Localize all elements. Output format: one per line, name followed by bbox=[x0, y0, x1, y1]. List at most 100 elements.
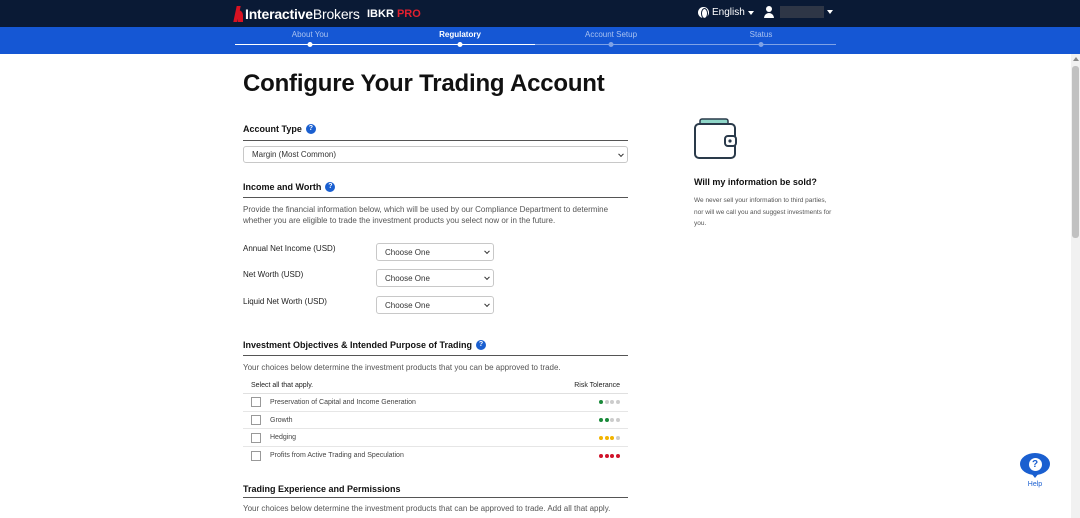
risk-dots bbox=[598, 400, 620, 405]
step-about-you[interactable]: About You bbox=[292, 30, 328, 39]
risk-dots bbox=[598, 435, 620, 440]
language-selector[interactable]: English bbox=[698, 7, 754, 19]
objective-label: Preservation of Capital and Income Gener… bbox=[270, 398, 416, 406]
objective-row-active-trading[interactable]: Profits from Active Trading and Speculat… bbox=[243, 447, 628, 465]
risk-dots bbox=[598, 453, 620, 458]
investment-objectives-table: Select all that apply. Risk Tolerance Pr… bbox=[243, 377, 628, 465]
brand-main: Interactive bbox=[245, 6, 313, 22]
help-label[interactable]: Help bbox=[1020, 481, 1050, 488]
brand-rest: Brokers bbox=[312, 6, 360, 22]
objective-row-growth[interactable]: Growth bbox=[243, 412, 628, 430]
interactive-brokers-logo[interactable]: InteractiveBrokers bbox=[233, 6, 360, 22]
net-worth-select[interactable]: Choose One bbox=[376, 269, 494, 287]
progress-steps: About You Regulatory Account Setup Statu… bbox=[0, 27, 1080, 54]
product-prefix: IBKR bbox=[367, 8, 394, 20]
objective-label: Profits from Active Trading and Speculat… bbox=[270, 452, 404, 460]
product-suffix: PRO bbox=[396, 8, 421, 20]
trading-experience-description: Your choices below determine the investm… bbox=[243, 504, 611, 513]
help-question-icon[interactable]: ? bbox=[305, 124, 316, 134]
risk-dot-filled bbox=[610, 435, 615, 440]
scroll-thumb[interactable] bbox=[1072, 66, 1079, 238]
risk-dot-empty bbox=[616, 400, 620, 405]
step-dot bbox=[307, 42, 313, 47]
divider bbox=[243, 140, 628, 141]
user-icon bbox=[764, 6, 774, 18]
help-bubble-icon[interactable]: ? bbox=[1020, 453, 1050, 478]
step-regulatory[interactable]: Regulatory bbox=[439, 30, 481, 39]
progress-track-done bbox=[235, 44, 535, 45]
sidebar-title: Will my information be sold? bbox=[694, 177, 817, 187]
investment-objectives-description: Your choices below determine the investm… bbox=[243, 363, 561, 372]
checkbox[interactable] bbox=[251, 397, 261, 408]
risk-dot-empty bbox=[616, 435, 620, 440]
liquid-net-worth-label: Liquid Net Worth (USD) bbox=[243, 297, 327, 306]
trading-experience-heading: Trading Experience and Permissions bbox=[243, 484, 401, 494]
trading-experience-title: Trading Experience and Permissions bbox=[243, 484, 401, 494]
checkbox[interactable] bbox=[251, 450, 261, 461]
risk-dots bbox=[598, 418, 620, 423]
risk-dot-filled bbox=[604, 418, 609, 423]
caret-down-icon bbox=[827, 10, 833, 14]
objective-label: Hedging bbox=[270, 434, 297, 442]
risk-dot-filled bbox=[599, 435, 604, 440]
select-value: Choose One bbox=[385, 300, 430, 310]
caret-down-icon bbox=[747, 10, 754, 15]
page-scrollbar[interactable] bbox=[1071, 54, 1080, 518]
risk-dot-filled bbox=[599, 418, 604, 423]
divider bbox=[243, 355, 628, 356]
risk-tolerance-label: Risk Tolerance bbox=[574, 381, 620, 389]
liquid-net-worth-select[interactable]: Choose One bbox=[376, 296, 494, 314]
net-worth-label: Net Worth (USD) bbox=[243, 270, 304, 279]
select-value: Choose One bbox=[385, 247, 430, 257]
risk-dot-empty bbox=[616, 418, 620, 423]
user-menu[interactable] bbox=[764, 6, 833, 18]
help-question-icon[interactable]: ? bbox=[325, 182, 336, 192]
step-dot bbox=[457, 42, 463, 47]
step-dot bbox=[758, 42, 764, 47]
ib-logo-icon bbox=[233, 6, 243, 22]
top-navbar: InteractiveBrokers IBKR PRO English bbox=[0, 0, 1080, 27]
page-title: Configure Your Trading Account bbox=[243, 70, 605, 97]
sidebar-text: We never sell your information to third … bbox=[694, 197, 832, 227]
account-type-value: Margin (Most Common) bbox=[252, 150, 337, 159]
table-header: Select all that apply. Risk Tolerance bbox=[243, 377, 628, 394]
help-question-icon[interactable]: ? bbox=[476, 340, 487, 350]
annual-net-income-select[interactable]: Choose One bbox=[376, 243, 494, 261]
wallet-icon bbox=[694, 118, 737, 159]
user-name-redacted bbox=[780, 6, 824, 18]
chevron-down-icon bbox=[618, 150, 624, 157]
risk-dot-filled bbox=[599, 453, 604, 458]
step-account-setup: Account Setup bbox=[584, 30, 638, 39]
risk-dot-empty bbox=[610, 400, 615, 405]
objective-row-preservation[interactable]: Preservation of Capital and Income Gener… bbox=[243, 394, 628, 412]
checkbox[interactable] bbox=[251, 432, 261, 443]
language-label: English bbox=[712, 7, 745, 18]
objective-label: Growth bbox=[270, 416, 293, 424]
divider bbox=[243, 497, 628, 498]
step-dot bbox=[608, 42, 614, 47]
account-type-heading: Account Type ? bbox=[243, 124, 316, 134]
investment-objectives-heading: Investment Objectives & Intended Purpose… bbox=[243, 340, 487, 350]
income-worth-title: Income and Worth bbox=[243, 182, 322, 192]
select-all-label: Select all that apply. bbox=[251, 381, 314, 389]
risk-dot-filled bbox=[599, 400, 604, 405]
ibkr-pro-label: IBKR PRO bbox=[367, 8, 421, 20]
select-value: Choose One bbox=[385, 273, 430, 283]
risk-dot-filled bbox=[604, 453, 609, 458]
chevron-down-icon bbox=[484, 274, 490, 281]
chevron-down-icon bbox=[484, 248, 490, 255]
account-type-select[interactable]: Margin (Most Common) bbox=[243, 146, 628, 163]
risk-dot-empty bbox=[610, 418, 615, 423]
help-widget[interactable]: ? Help bbox=[1020, 453, 1050, 488]
income-worth-heading: Income and Worth ? bbox=[243, 182, 336, 192]
account-type-title: Account Type bbox=[243, 124, 302, 134]
checkbox[interactable] bbox=[251, 415, 261, 426]
income-worth-description: Provide the financial information below,… bbox=[243, 205, 609, 225]
risk-dot-empty bbox=[604, 400, 609, 405]
question-icon: ? bbox=[1028, 457, 1042, 471]
divider bbox=[243, 197, 628, 198]
risk-dot-filled bbox=[610, 453, 615, 458]
investment-objectives-title: Investment Objectives & Intended Purpose… bbox=[243, 340, 473, 350]
objective-row-hedging[interactable]: Hedging bbox=[243, 429, 628, 448]
scroll-up-icon[interactable] bbox=[1073, 57, 1079, 61]
